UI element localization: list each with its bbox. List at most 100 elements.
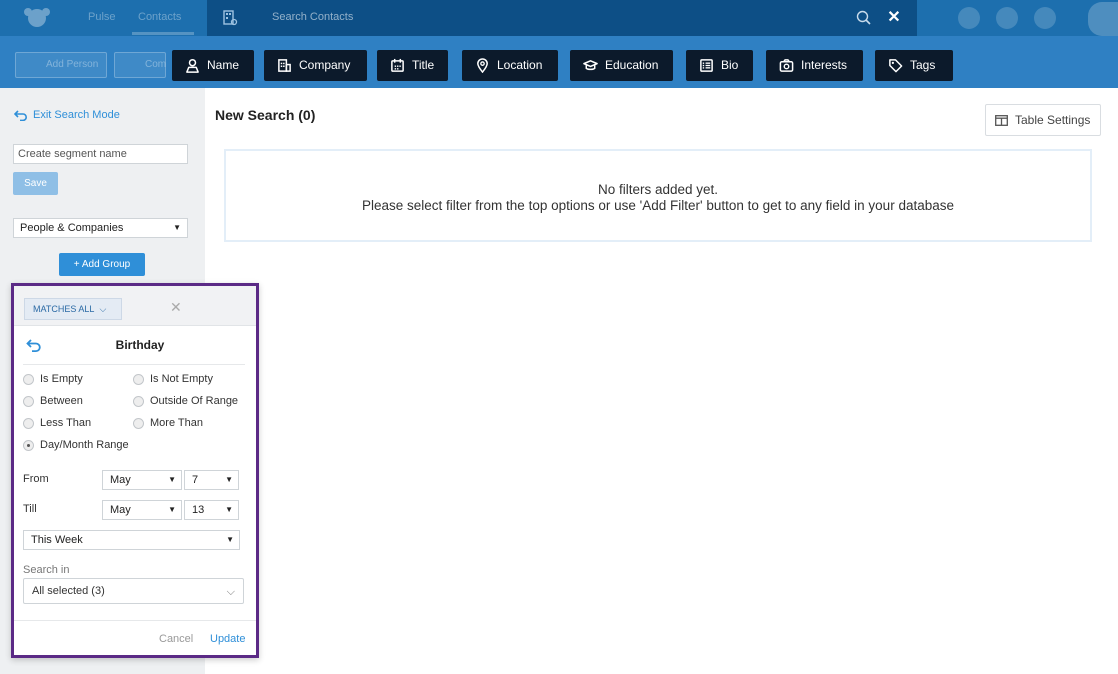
add-group-button[interactable]: + Add Group: [59, 253, 145, 276]
option-outside-range[interactable]: Outside Of Range: [133, 395, 238, 407]
divider: [23, 364, 245, 365]
close-icon[interactable]: ✕: [170, 299, 182, 316]
nav-active-indicator: [132, 32, 194, 35]
filter-location-button[interactable]: Location: [462, 50, 558, 81]
option-is-not-empty[interactable]: Is Not Empty: [133, 373, 213, 385]
table-settings-label: Table Settings: [1015, 113, 1091, 127]
filter-education-label: Education: [605, 58, 659, 72]
caret-down-icon: ▼: [225, 475, 233, 484]
exit-search-mode-label: Exit Search Mode: [33, 109, 120, 121]
chevron-down-icon: ⌵: [99, 304, 107, 314]
add-company-button[interactable]: Com: [114, 52, 166, 78]
main-content: New Search (0) Table Settings No filters…: [205, 88, 1118, 674]
building-search-icon: [223, 10, 238, 26]
caret-down-icon: ▼: [225, 505, 233, 514]
close-search-icon[interactable]: ✕: [883, 7, 905, 29]
filter-company-label: Company: [299, 58, 351, 72]
scope-select[interactable]: People & Companies ▼: [13, 218, 188, 238]
option-between[interactable]: Between: [23, 395, 83, 407]
from-month-select[interactable]: May ▼: [102, 470, 182, 490]
from-label: From: [23, 473, 49, 485]
search-icon[interactable]: [855, 9, 873, 27]
divider: [14, 620, 256, 621]
radio-icon: [23, 395, 34, 407]
radio-icon: [23, 417, 34, 429]
popup-header: MATCHES ALL ⌵ ✕: [14, 286, 256, 326]
list-icon: [700, 59, 713, 72]
graduation-cap-icon: [583, 60, 598, 71]
till-day-value: 13: [192, 504, 205, 516]
filter-title-label: Title: [412, 58, 435, 72]
columns-icon: [995, 114, 1008, 126]
from-day-select[interactable]: 7 ▼: [184, 470, 239, 490]
option-label: Between: [40, 395, 83, 407]
search-in-value: All selected (3): [32, 585, 105, 597]
add-person-button[interactable]: Add Person: [15, 52, 107, 78]
caret-down-icon: ▼: [168, 475, 176, 484]
undo-arrow-icon: [14, 109, 27, 121]
update-button[interactable]: Update: [210, 633, 245, 645]
top-navbar: Pulse Contacts Search Contacts ✕: [0, 0, 1118, 36]
option-label: Outside Of Range: [150, 395, 239, 407]
bell-icon[interactable]: [1034, 7, 1056, 29]
option-day-month-range[interactable]: Day/Month Range: [23, 439, 129, 451]
empty-state-title: No filters added yet.: [597, 182, 719, 197]
exit-search-mode-link[interactable]: Exit Search Mode: [14, 109, 120, 121]
help-icon[interactable]: [996, 7, 1018, 29]
matches-all-dropdown[interactable]: MATCHES ALL ⌵: [24, 298, 122, 320]
filter-company-button[interactable]: Company: [264, 50, 367, 81]
pin-icon: [477, 58, 488, 73]
option-more-than[interactable]: More Than: [133, 417, 203, 429]
table-settings-button[interactable]: Table Settings: [985, 104, 1101, 136]
field-title: Birthday: [115, 338, 165, 352]
person-icon: [186, 58, 199, 73]
caret-down-icon: ▼: [226, 535, 234, 544]
caret-down-icon: ▼: [168, 505, 176, 514]
option-label: Is Not Empty: [150, 373, 213, 385]
cancel-button[interactable]: Cancel: [159, 633, 193, 645]
till-day-select[interactable]: 13 ▼: [184, 500, 239, 520]
save-segment-button[interactable]: Save: [13, 172, 58, 195]
filter-tags-label: Tags: [910, 58, 936, 72]
from-day-value: 7: [192, 474, 199, 486]
nav-pulse[interactable]: Pulse: [88, 11, 116, 23]
till-month-select[interactable]: May ▼: [102, 500, 182, 520]
preset-range-select[interactable]: This Week ▼: [23, 530, 240, 550]
refresh-icon[interactable]: [958, 7, 980, 29]
search-input[interactable]: Search Contacts: [272, 11, 353, 23]
building-icon: [278, 59, 291, 72]
option-is-empty[interactable]: Is Empty: [23, 373, 83, 385]
filter-education-button[interactable]: Education: [570, 50, 673, 81]
radio-icon: [133, 373, 144, 385]
filter-interests-button[interactable]: Interests: [766, 50, 863, 81]
avatar[interactable]: [1088, 2, 1118, 36]
till-month-value: May: [110, 504, 131, 516]
segment-name-input[interactable]: [13, 144, 188, 164]
empty-state: No filters added yet. Please select filt…: [224, 149, 1092, 242]
filter-tags-button[interactable]: Tags: [875, 50, 953, 81]
option-label: Day/Month Range: [40, 439, 129, 451]
camera-icon: [779, 59, 794, 72]
filter-interests-label: Interests: [801, 58, 848, 72]
page-title: New Search (0): [215, 107, 316, 123]
filter-bio-button[interactable]: Bio: [686, 50, 753, 81]
radio-selected-icon: [23, 439, 34, 451]
filter-name-button[interactable]: Name: [172, 50, 254, 81]
search-bar[interactable]: Search Contacts ✕: [207, 0, 917, 36]
option-label: Less Than: [40, 417, 92, 429]
filter-title-button[interactable]: Title: [377, 50, 448, 81]
option-label: More Than: [150, 417, 203, 429]
caret-down-icon: ▼: [173, 223, 181, 232]
preset-range-value: This Week: [31, 534, 83, 546]
chevron-down-icon: ⌵: [226, 586, 235, 598]
nav-contacts[interactable]: Contacts: [138, 11, 181, 23]
empty-state-text: Please select filter from the top option…: [362, 198, 954, 213]
option-less-than[interactable]: Less Than: [23, 417, 91, 429]
scope-select-value: People & Companies: [20, 222, 124, 234]
app-logo-icon: [24, 8, 50, 27]
filter-popup: MATCHES ALL ⌵ ✕ Birthday Is Empty Is Not…: [11, 283, 259, 658]
radio-icon: [133, 395, 144, 407]
search-in-select[interactable]: All selected (3) ⌵: [23, 578, 244, 604]
option-label: Is Empty: [40, 373, 83, 385]
radio-icon: [23, 373, 34, 385]
